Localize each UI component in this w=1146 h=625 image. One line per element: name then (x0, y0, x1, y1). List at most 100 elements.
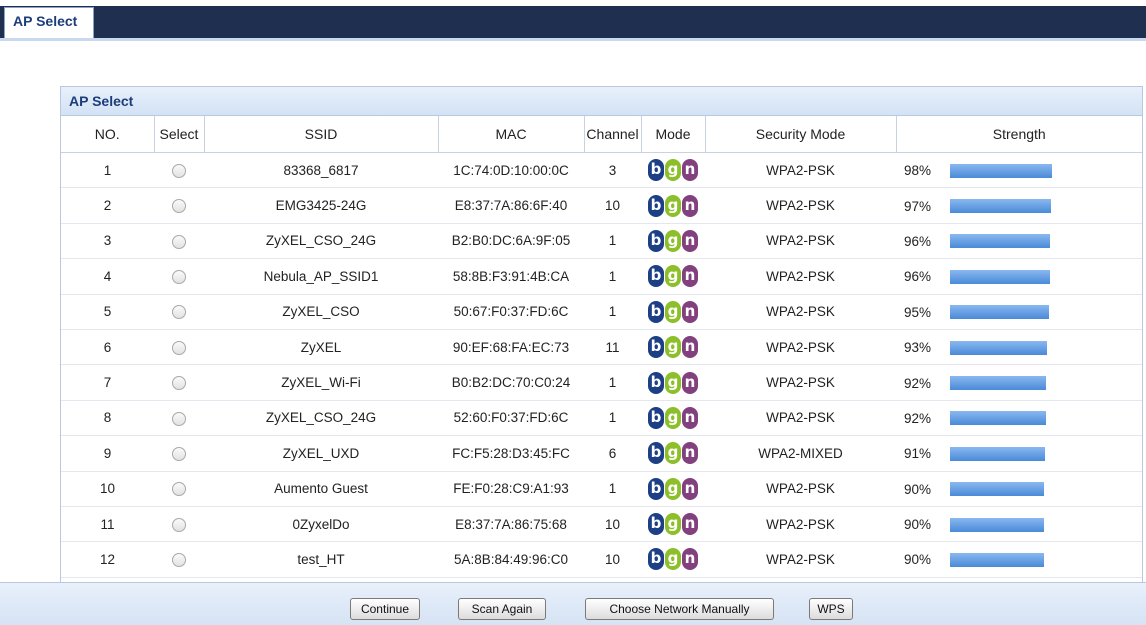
table-row[interactable]: 4 Nebula_AP_SSID1 58:8B:F3:91:4B:CA 1 b g n WPA… (61, 258, 1142, 295)
row-number: 12 (61, 541, 154, 578)
select-radio[interactable] (172, 376, 186, 391)
select-radio[interactable] (172, 447, 186, 462)
mode-badges: bgn (648, 406, 698, 429)
mode-cell: bgn (641, 329, 705, 366)
column-header-channel: Channel (584, 116, 642, 153)
select-radio[interactable] (172, 411, 186, 426)
select-radio[interactable] (172, 234, 186, 249)
strength-bar (950, 269, 1050, 284)
security-mode-cell: WPA2-PSK (705, 471, 896, 507)
ssid-cell: 83368_6817 (204, 152, 438, 189)
strength-bar (950, 163, 1052, 178)
strength-bar (950, 376, 1046, 390)
table-row[interactable]: 1 83368_6817 1C:74:0D:10:00:0C 3 b g n WPA2-PSK… (61, 152, 1142, 189)
mode-n-icon: n (682, 300, 698, 323)
column-header-security-mode: Security Mode (705, 116, 897, 153)
mode-badges: bgn (648, 159, 698, 182)
strength-cell: 95% (896, 294, 1142, 330)
security-mode-cell: WPA2-PSK (705, 258, 896, 295)
row-number: 4 (61, 258, 154, 295)
column-header-no: NO. (61, 116, 155, 153)
scan-again-button[interactable]: Scan Again (458, 598, 546, 620)
select-radio[interactable] (172, 305, 186, 320)
mode-b-icon: b (648, 194, 664, 217)
strength-percent: 97% (904, 198, 932, 214)
security-mode-cell: WPA2-PSK (705, 329, 896, 366)
mode-cell: bgn (641, 400, 705, 437)
ssid-cell: ZyXEL_UXD (204, 435, 438, 472)
table-row[interactable]: 6 ZyXEL 90:EF:68:FA:EC:73 11 b g n WPA2-PSK 93% (61, 329, 1142, 366)
mode-g-icon: g (665, 513, 681, 536)
mac-cell: B2:B0:DC:6A:9F:05 (438, 223, 584, 260)
ssid-cell: ZyXEL_CSO_24G (204, 223, 438, 260)
mode-cell: bgn (641, 258, 705, 295)
table-row[interactable]: 3 ZyXEL_CSO_24G B2:B0:DC:6A:9F:05 1 b g n WPA2-… (61, 223, 1142, 260)
row-number: 2 (61, 187, 154, 224)
mode-cell: bgn (641, 435, 705, 472)
mac-cell: 90:EF:68:FA:EC:73 (438, 329, 584, 366)
continue-button[interactable]: Continue (350, 598, 420, 620)
table-row[interactable]: 12 test_HT 5A:8B:84:49:96:C0 10 b g n WPA2-PSK 9… (61, 541, 1142, 578)
mac-cell: FC:F5:28:D3:45:FC (438, 435, 584, 472)
choose-network-manually-button[interactable]: Choose Network Manually (585, 598, 774, 620)
channel-cell: 10 (584, 541, 641, 578)
strength-percent: 92% (904, 375, 932, 391)
mode-badges: bgn (648, 477, 698, 500)
mode-cell: bgn (641, 541, 705, 578)
strength-bar-track (950, 517, 1054, 532)
strength-percent: 98% (904, 163, 932, 179)
mode-badges: bgn (648, 229, 698, 252)
strength-cell: 91% (896, 435, 1142, 472)
column-header-select: Select (154, 116, 205, 153)
mode-n-icon: n (682, 194, 698, 217)
strength-cell: 96% (896, 258, 1142, 295)
row-number: 9 (61, 435, 154, 472)
mode-n-icon: n (682, 159, 698, 182)
select-cell (154, 471, 204, 507)
strength-percent: 90% (904, 481, 932, 497)
select-radio[interactable] (172, 553, 186, 568)
wps-button[interactable]: WPS (809, 598, 853, 620)
tab-ap-select[interactable]: AP Select (4, 7, 94, 38)
strength-percent: 95% (904, 304, 932, 320)
strength-bar-track (950, 234, 1054, 249)
ssid-cell: ZyXEL_CSO (204, 294, 438, 330)
select-cell (154, 187, 204, 224)
mode-g-icon: g (665, 477, 681, 500)
mode-b-icon: b (648, 513, 664, 536)
security-mode-cell: WPA2-PSK (705, 541, 896, 578)
select-cell (154, 541, 204, 578)
table-row[interactable]: 2 EMG3425-24G E8:37:7A:86:6F:40 10 b g n WPA2-P… (61, 187, 1142, 224)
security-mode-cell: WPA2-PSK (705, 364, 896, 401)
table-row[interactable]: 10 Aumento Guest FE:F0:28:C9:A1:93 1 b g n WPA2… (61, 471, 1142, 507)
mode-b-icon: b (648, 371, 664, 394)
row-number: 8 (61, 400, 154, 437)
column-header-mac: MAC (438, 116, 585, 153)
table-row[interactable]: 7 ZyXEL_Wi-Fi B0:B2:DC:70:C0:24 1 b g n WPA2-PS… (61, 364, 1142, 401)
select-radio[interactable] (172, 163, 186, 178)
strength-bar (950, 411, 1046, 426)
select-cell (154, 223, 204, 260)
strength-bar (950, 517, 1044, 532)
select-radio[interactable] (172, 517, 186, 532)
row-number: 6 (61, 329, 154, 366)
select-radio[interactable] (172, 199, 186, 214)
strength-cell: 92% (896, 364, 1142, 401)
row-number: 3 (61, 223, 154, 260)
mode-badges: bgn (648, 513, 698, 536)
select-radio[interactable] (172, 270, 186, 285)
table-row[interactable]: 9 ZyXEL_UXD FC:F5:28:D3:45:FC 6 b g n WPA2-MIXE… (61, 435, 1142, 472)
table-row[interactable]: 8 ZyXEL_CSO_24G 52:60:F0:37:FD:6C 1 b g n WPA2-… (61, 400, 1142, 437)
mode-g-icon: g (665, 406, 681, 429)
mac-cell: 50:67:F0:37:FD:6C (438, 294, 584, 330)
mode-cell: bgn (641, 506, 705, 543)
select-radio[interactable] (172, 482, 186, 497)
strength-bar-track (950, 269, 1054, 284)
channel-cell: 10 (584, 187, 641, 224)
strength-bar (950, 446, 1045, 461)
mode-n-icon: n (682, 548, 698, 571)
select-radio[interactable] (172, 340, 186, 355)
table-row[interactable]: 11 0ZyxelDo E8:37:7A:86:75:68 10 b g n WPA2-PSK… (61, 506, 1142, 543)
table-row[interactable]: 5 ZyXEL_CSO 50:67:F0:37:FD:6C 1 b g n WPA2-PSK 9… (61, 294, 1142, 330)
strength-bar-track (950, 305, 1054, 320)
